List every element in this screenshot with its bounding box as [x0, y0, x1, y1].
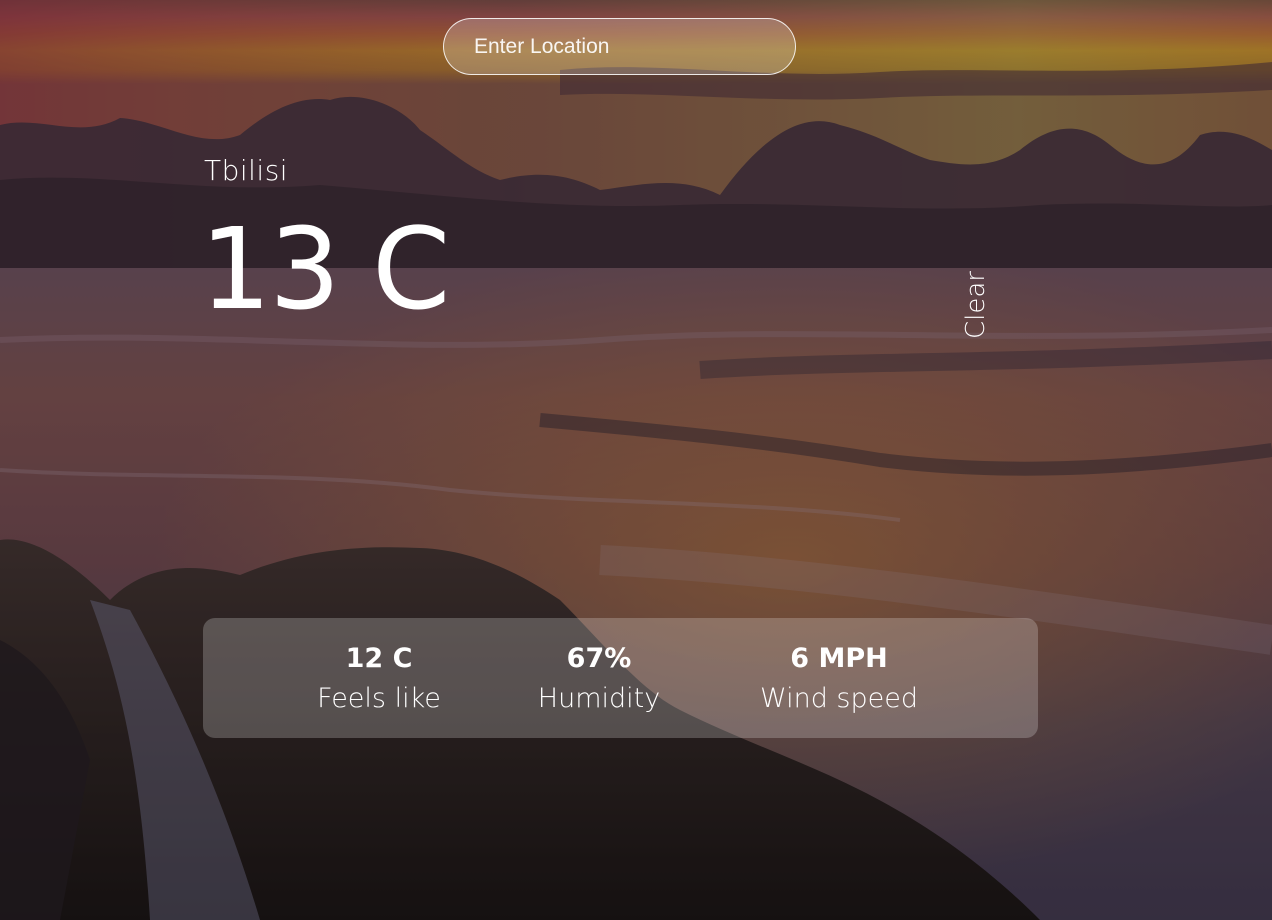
- current-temperature: 13 C: [200, 205, 450, 335]
- background-overlay: [0, 0, 1272, 920]
- city-name: Tbilisi: [204, 154, 289, 187]
- feels-like-label: Feels like: [317, 683, 441, 714]
- feels-like-stat: 12 C Feels like: [269, 640, 489, 720]
- wind-speed-label: Wind speed: [759, 683, 918, 714]
- weather-description: Clear: [961, 271, 991, 339]
- weather-details-panel: 12 C Feels like 67% Humidity 6 MPH Wind …: [203, 618, 1038, 738]
- location-search-input[interactable]: [443, 18, 796, 75]
- wind-speed-stat: 6 MPH Wind speed: [729, 640, 949, 720]
- feels-like-value: 12 C: [345, 643, 413, 674]
- humidity-value: 67%: [566, 643, 632, 674]
- humidity-stat: 67% Humidity: [489, 640, 709, 720]
- wind-speed-value: 6 MPH: [790, 643, 888, 674]
- humidity-label: Humidity: [537, 683, 661, 714]
